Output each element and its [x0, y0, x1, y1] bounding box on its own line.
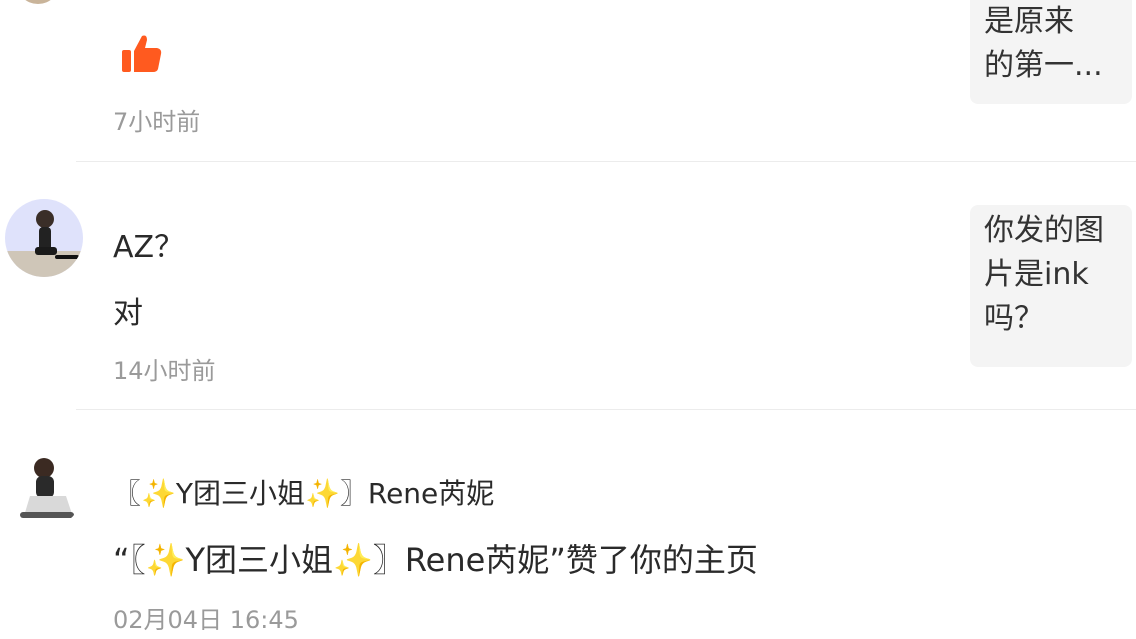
- timestamp: 02月04日 16:45: [113, 606, 299, 634]
- avatar[interactable]: [16, 0, 60, 4]
- sparkles-icon: ✨: [145, 541, 186, 579]
- quoted-comment[interactable]: 是原来 的第一...: [970, 0, 1132, 104]
- sparkles-icon: ✨: [141, 477, 176, 510]
- avatar[interactable]: [5, 199, 83, 277]
- quoted-comment[interactable]: 你发的图 片是ink 吗？: [970, 205, 1132, 367]
- avatar[interactable]: [6, 450, 84, 528]
- sparkles-icon: ✨: [305, 477, 340, 510]
- avatar-image: [5, 210, 83, 277]
- sparkles-icon: ✨: [333, 541, 373, 579]
- divider: [76, 161, 1136, 162]
- comment-text: AZ？: [113, 230, 185, 265]
- avatar-image: [20, 458, 74, 518]
- thumbs-up-icon: [122, 35, 162, 72]
- timestamp: 14小时前: [113, 357, 216, 385]
- username[interactable]: 〖✨Y团三小姐✨〗Rene芮妮: [113, 472, 494, 512]
- like-notification-text: “〖✨Y团三小姐✨〗Rene芮妮”赞了你的主页: [113, 541, 758, 579]
- divider: [76, 409, 1136, 410]
- reply-text: 对: [113, 296, 143, 331]
- timestamp: 7小时前: [113, 108, 201, 136]
